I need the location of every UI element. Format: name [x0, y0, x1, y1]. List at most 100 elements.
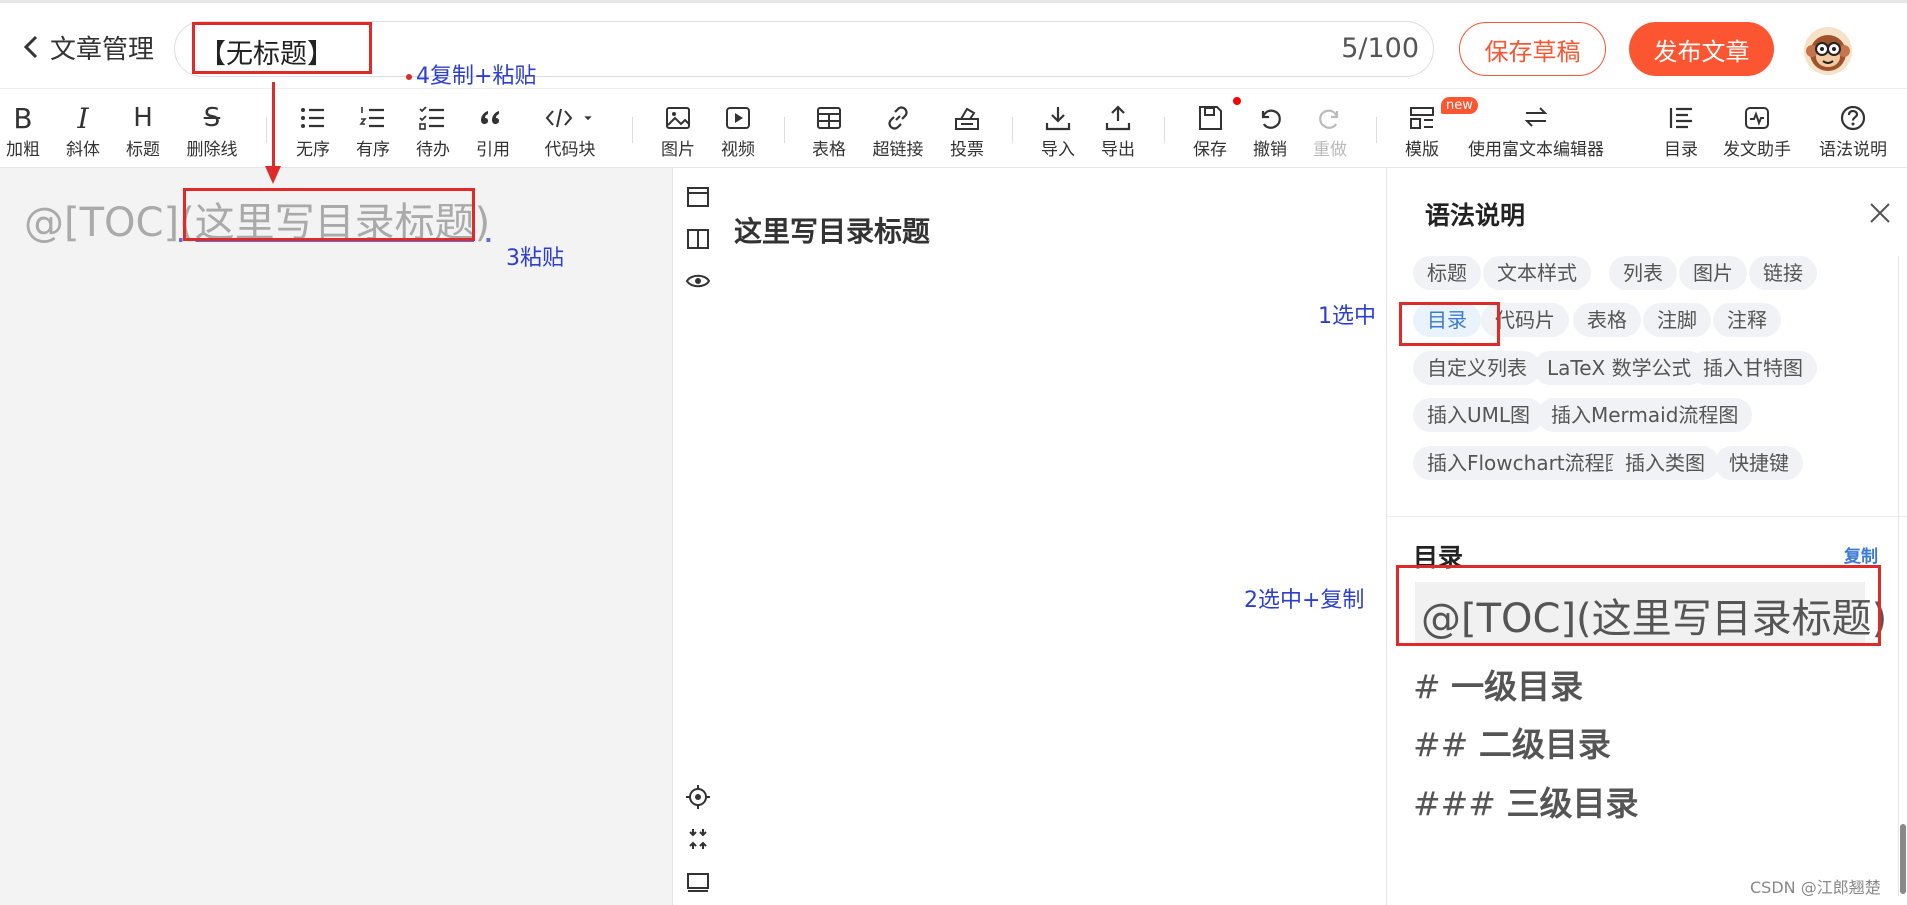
annotation-box-title: [192, 22, 372, 74]
import-button[interactable]: 导入: [1028, 101, 1088, 160]
eye-icon: [685, 274, 711, 288]
quote-button[interactable]: 引用: [463, 101, 523, 160]
syntax-help-button[interactable]: 语法说明: [1813, 101, 1893, 160]
template-button[interactable]: new 模版: [1392, 97, 1478, 160]
chip-text-style[interactable]: 文本样式: [1483, 256, 1591, 290]
upload-icon: [1105, 105, 1131, 131]
close-icon[interactable]: [1867, 200, 1893, 226]
annotation-step3: 3粘贴: [506, 246, 564, 271]
locate-button[interactable]: [683, 782, 713, 812]
chip-footnote[interactable]: 注脚: [1643, 303, 1711, 337]
chip-uml[interactable]: 插入UML图: [1413, 398, 1545, 432]
writing-assistant-label: 发文助手: [1723, 140, 1791, 160]
video-button[interactable]: 视频: [708, 101, 768, 160]
preview-toggle-button[interactable]: [683, 266, 713, 296]
code-block-label: 代码块: [544, 140, 596, 160]
sync-scroll-button[interactable]: [683, 824, 713, 854]
editor-toc-token: @[TOC]: [24, 200, 180, 246]
undo-button[interactable]: 撤销: [1240, 101, 1300, 160]
unordered-list-button[interactable]: 无序: [283, 101, 343, 160]
save-draft-button[interactable]: 保存草稿: [1459, 22, 1606, 76]
strikethrough-button[interactable]: S 删除线: [182, 101, 242, 160]
vote-box-icon: [955, 107, 979, 130]
chip-comment[interactable]: 注释: [1713, 303, 1781, 337]
layout-editor-icon: [687, 187, 709, 207]
save-label: 保存: [1193, 140, 1227, 160]
panel-title: 语法说明: [1425, 201, 1526, 230]
vote-button[interactable]: 投票: [937, 101, 997, 160]
chip-custom-list[interactable]: 自定义列表: [1413, 351, 1541, 385]
ordered-list-label: 有序: [356, 140, 390, 160]
chip-shortcuts[interactable]: 快捷键: [1715, 446, 1803, 480]
editor-toolbar: B 加粗 I 斜体 H 标题 S 删除线 无序 有序 待办 引用 代码块 图片 …: [0, 88, 1907, 168]
todo-list-button[interactable]: 待办: [403, 101, 463, 160]
avatar[interactable]: [1804, 27, 1852, 75]
md-hash: #: [1413, 667, 1441, 706]
annotation-box-toc-chip: [1399, 302, 1500, 346]
heading-label: 标题: [126, 140, 160, 160]
md-hash: ###: [1413, 784, 1496, 823]
help-circle-icon: [1840, 105, 1866, 131]
chip-flowchart[interactable]: 插入Flowchart流程图: [1413, 446, 1639, 480]
quote-icon: [481, 111, 499, 124]
toolbar-divider: [784, 117, 785, 143]
table-label: 表格: [812, 140, 846, 160]
publish-button[interactable]: 发布文章: [1629, 22, 1774, 76]
export-label: 导出: [1101, 140, 1135, 160]
chip-link[interactable]: 链接: [1749, 256, 1817, 290]
chip-image[interactable]: 图片: [1679, 256, 1747, 290]
toolbar-divider: [1164, 117, 1165, 143]
template-icon: [1410, 107, 1434, 129]
panel-scrollbar[interactable]: [1898, 256, 1906, 896]
vote-label: 投票: [950, 140, 984, 160]
image-button[interactable]: 图片: [648, 101, 708, 160]
heading-button[interactable]: H 标题: [113, 101, 173, 160]
layout-single-button[interactable]: [683, 182, 713, 212]
template-label: 模版: [1405, 140, 1439, 160]
fullscreen-button[interactable]: [683, 868, 713, 898]
chip-list[interactable]: 列表: [1609, 256, 1677, 290]
chip-class-diagram[interactable]: 插入类图: [1611, 446, 1719, 480]
chip-mermaid[interactable]: 插入Mermaid流程图: [1537, 398, 1753, 432]
chip-heading[interactable]: 标题: [1413, 256, 1481, 290]
writing-assistant-button[interactable]: 发文助手: [1717, 101, 1797, 160]
toolbar-divider: [632, 117, 633, 143]
annotation-step4: 4复制+粘贴: [416, 64, 537, 89]
table-button[interactable]: 表格: [799, 101, 859, 160]
assistant-pulse-icon: [1745, 107, 1769, 129]
chip-latex[interactable]: LaTeX 数学公式: [1533, 351, 1706, 385]
copy-button[interactable]: 复制: [1844, 542, 1878, 567]
markdown-editor[interactable]: @[TOC](这里写目录标题): [0, 168, 672, 905]
redo-button[interactable]: 重做: [1300, 101, 1360, 160]
annotation-dot: [406, 74, 412, 80]
toc-button[interactable]: 目录: [1651, 101, 1711, 160]
unordered-list-label: 无序: [296, 140, 330, 160]
chip-gantt[interactable]: 插入甘特图: [1689, 351, 1817, 385]
italic-icon: I: [77, 101, 89, 135]
monitor-icon: [687, 873, 709, 892]
save-button[interactable]: 保存: [1180, 97, 1241, 160]
italic-button[interactable]: I 斜体: [53, 101, 113, 161]
toolbar-divider: [266, 117, 267, 143]
code-block-button[interactable]: 代码块: [525, 101, 615, 160]
annotation-box-editor-text: [183, 188, 475, 241]
view-mode-bar: [672, 168, 724, 905]
link-button[interactable]: 超链接: [868, 101, 928, 160]
redo-icon: [1319, 109, 1339, 129]
switch-arrows-icon: [1524, 107, 1548, 127]
table-icon: [817, 107, 841, 129]
ordered-list-button[interactable]: 有序: [343, 101, 403, 160]
annotation-step1: 1选中: [1318, 304, 1376, 329]
bold-button[interactable]: B 加粗: [0, 101, 53, 161]
chip-table[interactable]: 表格: [1573, 303, 1641, 337]
layout-split-button[interactable]: [683, 224, 713, 254]
split-view-icon: [687, 229, 709, 249]
export-button[interactable]: 导出: [1088, 101, 1148, 160]
rich-text-editor-button[interactable]: 使用富文本编辑器: [1461, 101, 1611, 160]
sync-scroll-icon: [689, 829, 707, 849]
scrollbar-thumb[interactable]: [1900, 824, 1906, 894]
bold-label: 加粗: [6, 140, 40, 160]
back-to-article-management[interactable]: 文章管理: [22, 29, 154, 65]
annotation-box-toc-code: [1396, 565, 1881, 646]
download-icon: [1045, 107, 1071, 131]
